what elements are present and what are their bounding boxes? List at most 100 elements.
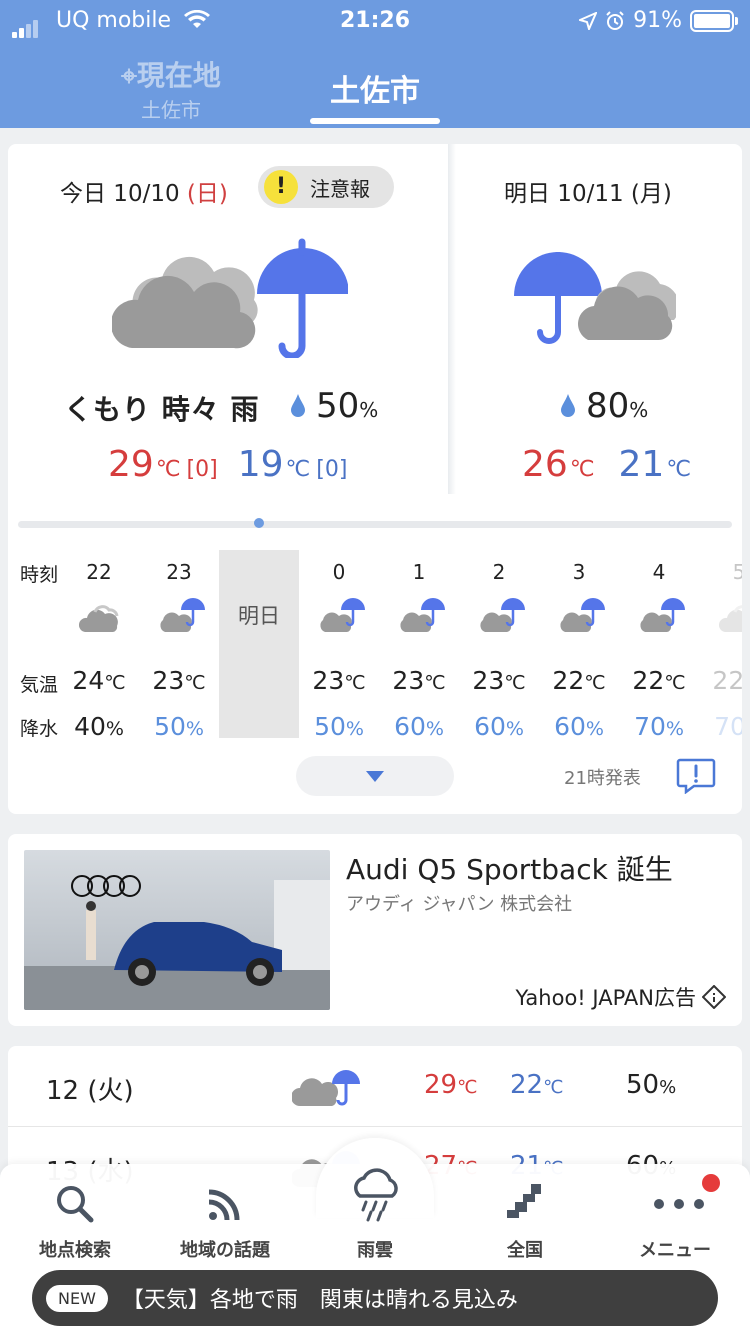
today-temps: 29 ℃ [0] 19 ℃ [0] [108,444,348,485]
today-low: 19 [237,444,284,485]
nav-label: 地域の話題 [180,1240,270,1261]
hourly-column: 23 23℃ 50% [139,550,219,738]
hourly-temp: 22℃ [632,666,686,695]
nav-label: 雨雲 [357,1240,393,1261]
hourly-column: 4 22℃ 70% [619,550,699,738]
ad-image[interactable] [24,850,330,1010]
ad-sponsor-label: Yahoo! JAPAN広告 [515,986,697,1010]
tab-current-location-label: 現在地 [136,59,221,92]
hourly-forecast[interactable]: 時刻 気温 降水 22 24℃ 40% 23 23℃ 50% 0 23℃ 50% 1 23℃ 60% 2… [8,550,742,738]
weekly-date: 12 (火) [46,1076,134,1106]
hourly-temp: 22℃ [552,666,606,695]
nav-label: 地点検索 [39,1240,111,1261]
tab-current-location[interactable]: ⌖現在地 土佐市 [108,54,234,123]
new-badge: NEW [46,1284,108,1312]
battery-icon [690,9,738,32]
ad-sponsor[interactable]: Yahoo! JAPAN広告 [515,982,726,1012]
today-panel[interactable]: 今日 10/10 (日) ! 注意報 くもり 時々 雨 50% 29 ℃ [0] 1… [8,144,448,496]
raindrop-icon [291,394,305,417]
notification-dot [702,1174,720,1192]
chevron-down-icon [366,771,384,782]
tomorrow-temps: 26 ℃ 21 ℃ [522,444,692,485]
more-icon [654,1199,704,1209]
hourly-temp: 22℃ [712,666,742,695]
hourly-precip: 60% [554,712,604,738]
hourly-column: 3 22℃ 60% [539,550,619,738]
car-photo [24,850,330,1010]
weekly-row[interactable]: 12 (火) 29℃ 22℃ 50% [8,1046,742,1126]
panel-divider [448,144,456,494]
tomorrow-date: 明日 10/11 (月) [504,181,672,207]
tab-current-location-sub: 土佐市 [141,98,201,122]
cloud-umbrella-icon [639,598,687,640]
japan-map-icon [507,1184,541,1218]
today-date: 今日 10/10 (日) [60,181,228,207]
hourly-precip: 70% [634,712,684,738]
nav-label: メニュー [639,1240,711,1261]
umbrella-cloud-icon [514,252,676,344]
cloud-umbrella-icon [159,598,207,640]
ad-card[interactable]: Audi Q5 Sportback 誕生 アウディ ジャパン 株式会社 Yaho… [8,834,742,1026]
tomorrow-high: 26 [522,444,568,485]
hourly-column: 5 22℃ 70% [699,550,742,738]
hourly-hour: 23 [166,560,192,584]
tab-tosa-city[interactable]: 土佐市 [310,66,440,110]
nav-label: 全国 [507,1240,543,1261]
rss-icon [208,1189,240,1221]
hourly-hour: 2 [492,560,506,584]
hourly-hour: 0 [332,560,346,584]
cloud-umbrella-icon [399,598,447,640]
cloud-icon [78,598,119,638]
hourly-hour: 5 [732,560,742,584]
hourly-hour: 3 [572,560,586,584]
weekly-high: 29℃ [424,1070,478,1100]
tomorrow-low: 21 [618,444,665,485]
ad-company: アウディ ジャパン 株式会社 [346,894,573,915]
hourly-column: 2 23℃ 60% [459,550,539,738]
tomorrow-panel[interactable]: 明日 10/11 (月) 80% 26 ℃ 21 ℃ [456,144,742,496]
hourly-temp: 23℃ [152,666,206,695]
hourly-scrollbar[interactable] [18,521,732,528]
today-precip: 50% [290,386,378,426]
hourly-temp: 23℃ [312,666,366,695]
feedback-icon[interactable] [676,758,716,794]
hourly-hour: 1 [412,560,426,584]
label-hour: 時刻 [20,564,59,586]
ad-title[interactable]: Audi Q5 Sportback 誕生 [346,848,673,888]
hourly-temp: 24℃ [72,666,126,695]
cloud-umbrella-icon [559,598,607,640]
tomorrow-divider: 明日 [219,550,299,738]
label-temp: 気温 [20,674,59,696]
hourly-temp: 23℃ [472,666,526,695]
today-weekday: (日) [186,181,228,207]
crosshair-icon: ⌖ [121,59,137,92]
warning-label: 注意報 [310,176,370,201]
issued-time: 21時発表 [564,768,641,789]
forecast-card: 今日 10/10 (日) ! 注意報 くもり 時々 雨 50% 29 ℃ [0] 1… [8,144,742,814]
location-arrow-icon [579,11,598,30]
hourly-precip: 40% [74,712,124,738]
hourly-hour: 4 [652,560,666,584]
rain-cloud-icon [354,1168,398,1222]
hourly-scroll-thumb[interactable] [254,518,264,528]
hourly-temp: 23℃ [392,666,446,695]
expand-hourly-button[interactable] [296,756,454,796]
today-condition: くもり 時々 雨 [64,393,260,426]
hourly-precip: 50% [154,712,204,738]
news-ticker[interactable]: NEW 【天気】各地で雨 関東は晴れる見込み [32,1270,718,1326]
hourly-precip: 70% [714,712,742,738]
cloud-umbrella-icon [319,598,367,640]
ad-info-icon[interactable] [702,985,726,1009]
label-precip: 降水 [20,718,59,738]
battery-percent: 91% [633,8,682,33]
cloud-umbrella-icon [479,598,527,640]
app-header: UQ mobile 21:26 91% ⌖現在地 土佐市 土佐市 [0,0,750,128]
news-headline: 【天気】各地で雨 関東は晴れる見込み [121,1288,518,1313]
warning-badge[interactable]: ! 注意報 [258,166,394,208]
hourly-column: 0 23℃ 50% [299,550,379,738]
hourly-precip: 50% [314,712,364,738]
search-icon [57,1186,94,1223]
hourly-precip: 60% [474,712,524,738]
today-low-diff: [0] [316,457,348,482]
weekly-precip: 50% [626,1070,677,1100]
